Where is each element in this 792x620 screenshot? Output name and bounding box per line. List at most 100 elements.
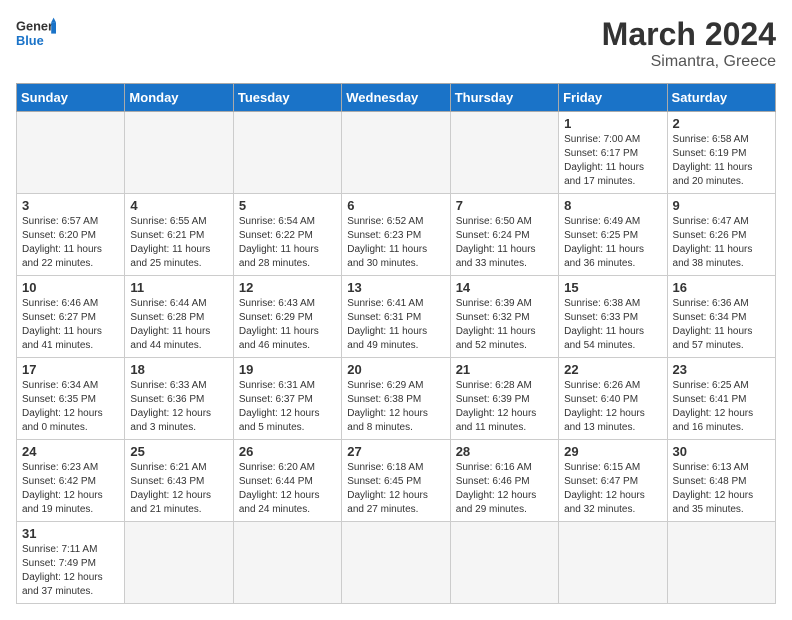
calendar-table: SundayMondayTuesdayWednesdayThursdayFrid… [16,83,776,604]
day-sun-info: Sunrise: 7:00 AM Sunset: 6:17 PM Dayligh… [564,133,661,189]
day-sun-info: Sunrise: 6:34 AM Sunset: 6:35 PM Dayligh… [22,379,119,435]
day-number: 31 [22,526,119,541]
calendar-cell [125,112,233,194]
calendar-cell: 7Sunrise: 6:50 AM Sunset: 6:24 PM Daylig… [450,194,558,276]
day-number: 8 [564,198,661,213]
day-sun-info: Sunrise: 6:46 AM Sunset: 6:27 PM Dayligh… [22,297,119,353]
calendar-cell: 2 Sunrise: 6:58 AM Sunset: 6:19 PM Daylig… [667,112,775,194]
month-year-title: March 2024 [602,16,776,53]
calendar-cell: 28 Sunrise: 6:16 AM Sunset: 6:46 PM Dayli… [450,440,558,522]
weekday-header-monday: Monday [125,84,233,112]
day-sun-info: Sunrise: 6:55 AM Sunset: 6:21 PM Dayligh… [130,215,227,271]
day-sun-info: Sunrise: 6:39 AM Sunset: 6:32 PM Dayligh… [456,297,553,353]
day-number: 11 [130,280,227,295]
calendar-cell: 8Sunrise: 6:49 AM Sunset: 6:25 PM Daylig… [559,194,667,276]
calendar-cell [17,112,125,194]
calendar-cell: 29Sunrise: 6:15 AM Sunset: 6:47 PM Dayli… [559,440,667,522]
calendar-week-row: 10 Sunrise: 6:46 AM Sunset: 6:27 PM Dayli… [17,276,776,358]
calendar-cell [342,112,450,194]
day-sun-info: Sunrise: 6:13 AM Sunset: 6:48 PM Dayligh… [673,461,770,517]
calendar-title-section: March 2024 Simantra, Greece [602,16,776,71]
calendar-cell: 18 Sunrise: 6:33 AM Sunset: 6:36 PM Dayli… [125,358,233,440]
day-sun-info: Sunrise: 6:36 AM Sunset: 6:34 PM Dayligh… [673,297,770,353]
day-number: 30 [673,444,770,459]
calendar-cell: 14 Sunrise: 6:39 AM Sunset: 6:32 PM Dayli… [450,276,558,358]
day-number: 1 [564,116,661,131]
day-number: 14 [456,280,553,295]
day-number: 21 [456,362,553,377]
day-number: 9 [673,198,770,213]
day-number: 4 [130,198,227,213]
weekday-header-sunday: Sunday [17,84,125,112]
calendar-cell: 25 Sunrise: 6:21 AM Sunset: 6:43 PM Dayli… [125,440,233,522]
day-sun-info: Sunrise: 6:20 AM Sunset: 6:44 PM Dayligh… [239,461,336,517]
day-number: 20 [347,362,444,377]
day-number: 24 [22,444,119,459]
calendar-cell: 6 Sunrise: 6:52 AM Sunset: 6:23 PM Daylig… [342,194,450,276]
day-sun-info: Sunrise: 6:33 AM Sunset: 6:36 PM Dayligh… [130,379,227,435]
day-sun-info: Sunrise: 6:38 AM Sunset: 6:33 PM Dayligh… [564,297,661,353]
day-number: 17 [22,362,119,377]
calendar-cell: 17 Sunrise: 6:34 AM Sunset: 6:35 PM Dayli… [17,358,125,440]
calendar-cell: 9 Sunrise: 6:47 AM Sunset: 6:26 PM Daylig… [667,194,775,276]
calendar-cell: 31 Sunrise: 7:11 AM Sunset: 7:49 PM Dayli… [17,522,125,604]
day-number: 16 [673,280,770,295]
calendar-cell [450,112,558,194]
day-sun-info: Sunrise: 6:28 AM Sunset: 6:39 PM Dayligh… [456,379,553,435]
calendar-cell: 26 Sunrise: 6:20 AM Sunset: 6:44 PM Dayli… [233,440,341,522]
calendar-cell [667,522,775,604]
calendar-cell: 11Sunrise: 6:44 AM Sunset: 6:28 PM Dayli… [125,276,233,358]
weekday-header-saturday: Saturday [667,84,775,112]
calendar-cell: 16 Sunrise: 6:36 AM Sunset: 6:34 PM Dayli… [667,276,775,358]
calendar-cell [559,522,667,604]
calendar-cell [233,522,341,604]
day-sun-info: Sunrise: 6:16 AM Sunset: 6:46 PM Dayligh… [456,461,553,517]
day-number: 12 [239,280,336,295]
calendar-cell: 27 Sunrise: 6:18 AM Sunset: 6:45 PM Dayli… [342,440,450,522]
calendar-week-row: 31 Sunrise: 7:11 AM Sunset: 7:49 PM Dayli… [17,522,776,604]
page-header: General Blue March 2024 Simantra, Greece [16,16,776,71]
weekday-header-friday: Friday [559,84,667,112]
day-sun-info: Sunrise: 6:52 AM Sunset: 6:23 PM Dayligh… [347,215,444,271]
logo: General Blue [16,16,56,48]
day-number: 28 [456,444,553,459]
day-sun-info: Sunrise: 6:43 AM Sunset: 6:29 PM Dayligh… [239,297,336,353]
day-sun-info: Sunrise: 6:58 AM Sunset: 6:19 PM Dayligh… [673,133,770,189]
calendar-cell: 12 Sunrise: 6:43 AM Sunset: 6:29 PM Dayli… [233,276,341,358]
calendar-cell [233,112,341,194]
day-number: 22 [564,362,661,377]
day-sun-info: Sunrise: 6:18 AM Sunset: 6:45 PM Dayligh… [347,461,444,517]
calendar-cell: 10 Sunrise: 6:46 AM Sunset: 6:27 PM Dayli… [17,276,125,358]
calendar-week-row: 24Sunrise: 6:23 AM Sunset: 6:42 PM Dayli… [17,440,776,522]
day-number: 27 [347,444,444,459]
day-sun-info: Sunrise: 6:54 AM Sunset: 6:22 PM Dayligh… [239,215,336,271]
calendar-cell: 5Sunrise: 6:54 AM Sunset: 6:22 PM Daylig… [233,194,341,276]
day-number: 25 [130,444,227,459]
day-sun-info: Sunrise: 6:57 AM Sunset: 6:20 PM Dayligh… [22,215,119,271]
day-number: 10 [22,280,119,295]
calendar-cell: 1 Sunrise: 7:00 AM Sunset: 6:17 PM Daylig… [559,112,667,194]
day-number: 26 [239,444,336,459]
location-subtitle: Simantra, Greece [602,53,776,71]
day-number: 7 [456,198,553,213]
day-number: 19 [239,362,336,377]
day-sun-info: Sunrise: 6:31 AM Sunset: 6:37 PM Dayligh… [239,379,336,435]
weekday-header-row: SundayMondayTuesdayWednesdayThursdayFrid… [17,84,776,112]
calendar-cell [342,522,450,604]
day-sun-info: Sunrise: 6:26 AM Sunset: 6:40 PM Dayligh… [564,379,661,435]
svg-text:General: General [16,18,56,33]
calendar-cell [450,522,558,604]
calendar-week-row: 1 Sunrise: 7:00 AM Sunset: 6:17 PM Daylig… [17,112,776,194]
calendar-cell [125,522,233,604]
calendar-cell: 24Sunrise: 6:23 AM Sunset: 6:42 PM Dayli… [17,440,125,522]
day-sun-info: Sunrise: 7:11 AM Sunset: 7:49 PM Dayligh… [22,543,119,599]
calendar-cell: 4 Sunrise: 6:55 AM Sunset: 6:21 PM Daylig… [125,194,233,276]
day-number: 6 [347,198,444,213]
day-sun-info: Sunrise: 6:21 AM Sunset: 6:43 PM Dayligh… [130,461,227,517]
calendar-cell: 23Sunrise: 6:25 AM Sunset: 6:41 PM Dayli… [667,358,775,440]
day-number: 18 [130,362,227,377]
day-number: 2 [673,116,770,131]
day-sun-info: Sunrise: 6:47 AM Sunset: 6:26 PM Dayligh… [673,215,770,271]
calendar-cell: 20Sunrise: 6:29 AM Sunset: 6:38 PM Dayli… [342,358,450,440]
day-number: 15 [564,280,661,295]
